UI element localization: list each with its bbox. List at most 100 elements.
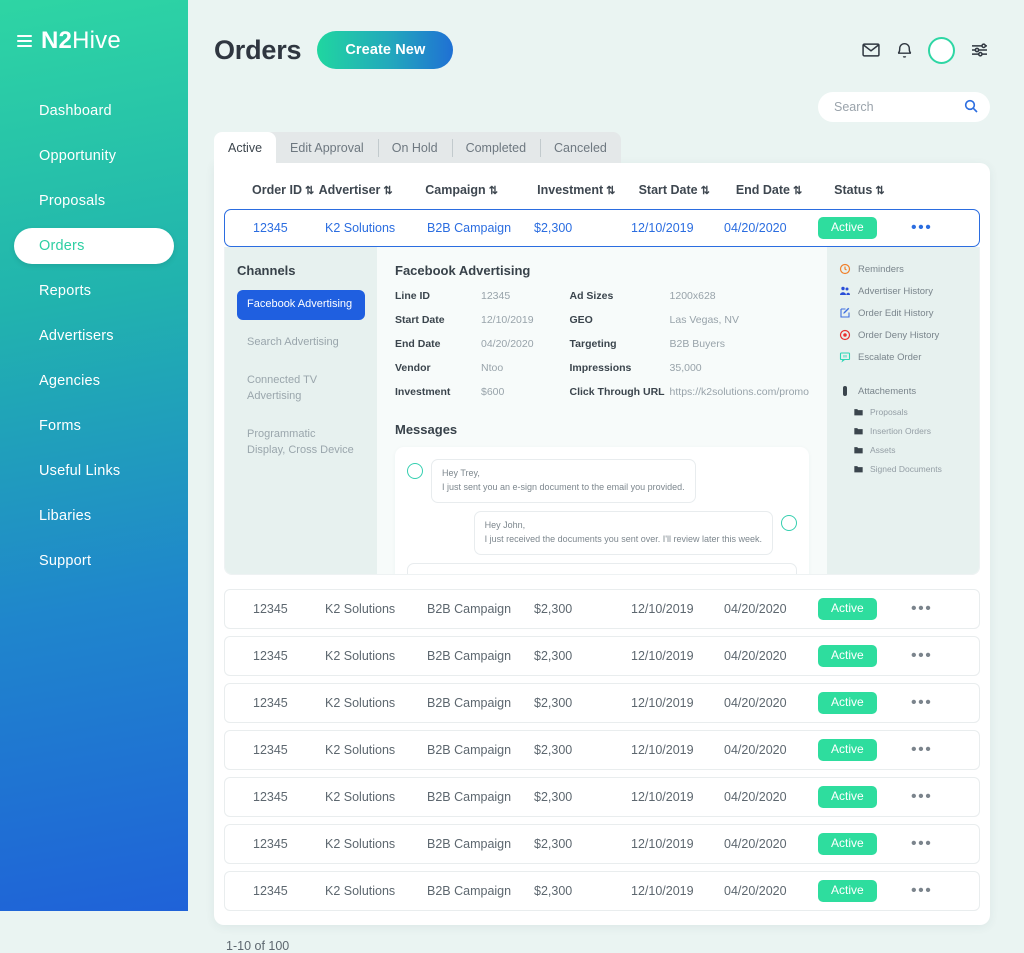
sort-icon[interactable]: ⇅	[606, 185, 614, 197]
avatar-icon	[781, 515, 797, 531]
column-header-end-date[interactable]: End Date⇅	[736, 163, 834, 209]
create-new-button[interactable]: Create New	[317, 31, 453, 69]
row-menu-button[interactable]: •••	[911, 742, 967, 758]
table-row[interactable]: 12345 K2 Solutions B2B Campaign $2,300 1…	[224, 730, 980, 770]
channel-item-connected-tv-advertising[interactable]: Connected TV Advertising	[237, 366, 365, 412]
main-content: Orders Create New Active Edit Approval	[188, 0, 1024, 911]
row-menu-icon: •••	[911, 741, 932, 758]
sidebar-item-advertisers[interactable]: Advertisers	[14, 318, 174, 354]
message-line-2: I just sent you an e-sign document to th…	[442, 481, 685, 495]
table-row[interactable]: 12345 K2 Solutions B2B Campaign $2,300 1…	[224, 777, 980, 817]
tab-edit-approval[interactable]: Edit Approval	[276, 132, 378, 163]
side-item-advertiser-history[interactable]: Advertiser History	[839, 285, 969, 297]
column-header-investment[interactable]: Investment⇅	[537, 163, 638, 209]
cell-campaign: B2B Campaign	[427, 602, 534, 616]
table-row[interactable]: 12345 K2 Solutions B2B Campaign $2,300 1…	[224, 824, 980, 864]
cell-end-date: 04/20/2020	[724, 884, 818, 898]
side-item-label: Order Edit History	[858, 308, 934, 319]
row-menu-button[interactable]: •••	[911, 883, 967, 899]
channel-item-programmatic-display[interactable]: Programmatic Display, Cross Device	[237, 420, 365, 466]
row-menu-button[interactable]: •••	[911, 601, 967, 617]
side-item-order-edit-history[interactable]: Order Edit History	[839, 307, 969, 319]
channel-item-search-advertising[interactable]: Search Advertising	[237, 328, 365, 358]
bell-icon[interactable]	[895, 40, 914, 60]
cell-status: Active	[818, 739, 911, 760]
field-key: Impressions	[570, 362, 670, 374]
sort-icon[interactable]: ⇅	[701, 185, 709, 197]
sidebar-item-orders[interactable]: Orders	[14, 228, 174, 264]
sidebar-item-proposals[interactable]: Proposals	[14, 183, 174, 219]
channel-item-facebook-advertising[interactable]: Facebook Advertising	[237, 290, 365, 320]
cell-end-date: 04/20/2020	[724, 649, 818, 663]
attachment-item-signed-documents[interactable]: Signed Documents	[853, 464, 969, 474]
brand[interactable]: N2Hive	[0, 27, 188, 55]
cell-order-id: 12345	[225, 602, 325, 616]
tabs: Active Edit Approval On Hold Completed C…	[214, 132, 990, 163]
row-menu-icon: •••	[911, 788, 932, 805]
field-value: 35,000	[670, 362, 702, 374]
table-row[interactable]: 12345 K2 Solutions B2B Campaign $2,300 1…	[224, 871, 980, 911]
table-row[interactable]: 12345 K2 Solutions B2B Campaign $2,300 1…	[224, 636, 980, 676]
side-item-escalate-order[interactable]: Escalate Order	[839, 351, 969, 363]
status-badge: Active	[818, 786, 877, 807]
table-row[interactable]: 12345 K2 Solutions B2B Campaign $2,300 1…	[224, 209, 980, 247]
column-header-status[interactable]: Status⇅	[834, 163, 931, 209]
row-menu-button[interactable]: •••	[911, 695, 967, 711]
column-label: Advertiser	[319, 183, 381, 197]
sidebar-item-support[interactable]: Support	[14, 543, 174, 579]
table-row[interactable]: 12345 K2 Solutions B2B Campaign $2,300 1…	[224, 589, 980, 629]
search-button[interactable]	[963, 98, 979, 117]
cell-campaign: B2B Campaign	[427, 696, 534, 710]
sort-icon[interactable]: ⇅	[305, 185, 313, 197]
table-row[interactable]: 12345 K2 Solutions B2B Campaign $2,300 1…	[224, 683, 980, 723]
cell-end-date: 04/20/2020	[724, 837, 818, 851]
tab-active[interactable]: Active	[214, 132, 276, 163]
row-menu-button[interactable]: •••	[911, 220, 967, 236]
hamburger-icon[interactable]	[17, 35, 32, 47]
cell-start-date: 12/10/2019	[631, 602, 724, 616]
mail-icon[interactable]	[861, 40, 881, 60]
tab-completed[interactable]: Completed	[452, 132, 540, 163]
cell-order-id: 12345	[225, 884, 325, 898]
column-header-order-id[interactable]: Order ID⇅	[214, 163, 319, 209]
column-header-advertiser[interactable]: Advertiser⇅	[319, 163, 426, 209]
sidebar-item-dashboard[interactable]: Dashboard	[14, 93, 174, 129]
cell-status: Active	[818, 598, 911, 619]
sort-icon[interactable]: ⇅	[383, 185, 391, 197]
side-item-label: Escalate Order	[858, 352, 921, 363]
sidebar-item-opportunity[interactable]: Opportunity	[14, 138, 174, 174]
sidebar-item-useful-links[interactable]: Useful Links	[14, 453, 174, 489]
attachment-item-insertion-orders[interactable]: Insertion Orders	[853, 426, 969, 436]
column-header-campaign[interactable]: Campaign⇅	[425, 163, 537, 209]
cell-investment: $2,300	[534, 743, 631, 757]
field-key: GEO	[570, 314, 670, 326]
side-item-order-deny-history[interactable]: Order Deny History	[839, 329, 969, 341]
attachment-item-proposals[interactable]: Proposals	[853, 407, 969, 417]
side-item-reminders[interactable]: Reminders	[839, 263, 969, 275]
page-title: Orders	[214, 35, 301, 66]
message-line-1: Hey John,	[485, 519, 762, 533]
sidebar-item-agencies[interactable]: Agencies	[14, 363, 174, 399]
field-value: 12/10/2019	[481, 314, 534, 326]
sort-icon[interactable]: ⇅	[793, 185, 801, 197]
tab-on-hold[interactable]: On Hold	[378, 132, 452, 163]
sidebar-item-libaries[interactable]: Libaries	[14, 498, 174, 534]
tab-canceled[interactable]: Canceled	[540, 132, 621, 163]
sort-icon[interactable]: ⇅	[875, 185, 883, 197]
sidebar-item-reports[interactable]: Reports	[14, 273, 174, 309]
row-menu-button[interactable]: •••	[911, 836, 967, 852]
sort-icon[interactable]: ⇅	[489, 185, 497, 197]
column-header-start-date[interactable]: Start Date⇅	[639, 163, 736, 209]
messages-box: Hey Trey, I just sent you an e-sign docu…	[395, 447, 809, 575]
field-key: Vendor	[395, 362, 481, 374]
settings-sliders-icon[interactable]	[969, 40, 990, 60]
column-label: Status	[834, 183, 872, 197]
row-menu-button[interactable]: •••	[911, 789, 967, 805]
sidebar-item-forms[interactable]: Forms	[14, 408, 174, 444]
attachment-item-assets[interactable]: Assets	[853, 445, 969, 455]
row-menu-button[interactable]: •••	[911, 648, 967, 664]
field-value: 04/20/2020	[481, 338, 534, 350]
cell-start-date: 12/10/2019	[631, 837, 724, 851]
cell-start-date: 12/10/2019	[631, 884, 724, 898]
avatar[interactable]	[928, 37, 955, 64]
